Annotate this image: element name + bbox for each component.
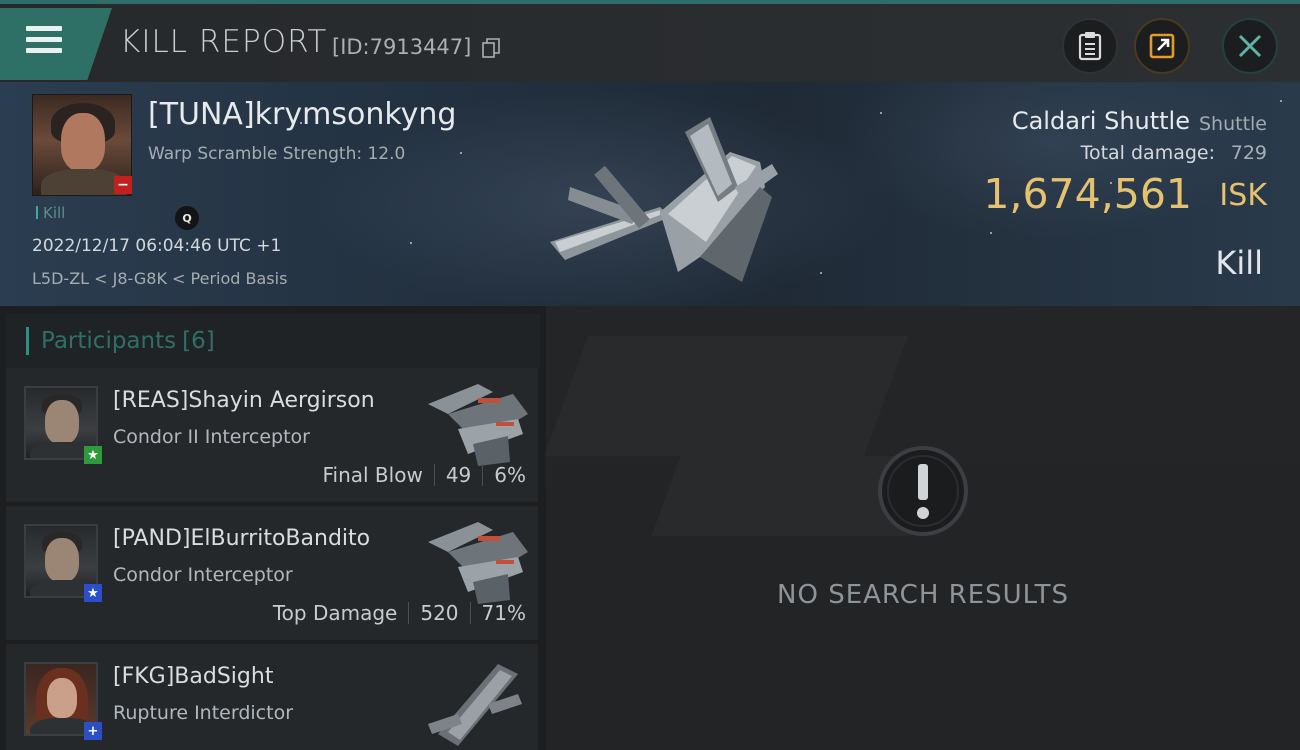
star-icon: ★ [84,446,102,464]
participant-role: Final Blow [322,463,423,487]
victim-name[interactable]: [TUNA]krymsonkyng [148,97,456,132]
victim-summary: − [TUNA]krymsonkyng Warp Scramble Streng… [0,82,1300,306]
total-damage-value: 729 [1230,142,1267,164]
participant-name[interactable]: [REAS]Shayin Aergirson [113,388,375,413]
participant-stats: Top Damage 520 71% [273,601,526,625]
close-icon [1238,34,1262,58]
menu-button[interactable] [0,8,112,80]
participant-ship-image [428,664,522,746]
participant-ship: Condor Interceptor [113,564,293,586]
participant-ship: Condor II Interceptor [113,426,310,448]
no-results-text: NO SEARCH RESULTS [777,580,1069,610]
victim-ship-image [550,117,778,282]
standing-badge: − [114,176,132,194]
participant-name[interactable]: [PAND]ElBurritoBandito [113,526,370,551]
report-id: [ID:7913447] [332,35,472,59]
participants-count: [6] [182,328,215,354]
share-icon [1149,33,1175,59]
participant-row[interactable]: ★ [REAS]Shayin Aergirson Condor II Inter… [6,368,538,502]
search-icon[interactable]: Q [175,206,199,230]
participant-ship-image [428,522,528,604]
notes-button[interactable] [1062,18,1118,74]
kill-datetime: 2022/12/17 06:04:46 UTC +1 [32,236,282,256]
clipboard-icon [1078,32,1102,61]
participant-ship-image [428,384,528,466]
participants-label: Participants [41,328,177,354]
participant-percent: 71% [481,601,526,625]
participant-name[interactable]: [FKG]BadSight [113,664,273,689]
star-icon: ★ [84,584,102,602]
participant-role: Top Damage [272,601,398,625]
participants-header: Participants [6] [6,314,540,368]
kill-tag: Kill [36,204,65,222]
plus-icon: + [84,722,102,740]
copy-icon[interactable] [482,38,500,58]
result-label: Kill [1215,244,1263,282]
participant-damage: 49 [445,463,472,487]
isk-unit: ISK [1219,178,1267,213]
share-button[interactable] [1134,18,1190,74]
close-button[interactable] [1222,18,1278,74]
search-results-panel: NO SEARCH RESULTS [546,306,1300,750]
victim-ship-class: Shuttle [1198,113,1267,135]
participant-row[interactable]: ★ [PAND]ElBurritoBandito Condor Intercep… [6,506,538,640]
total-damage-label: Total damage: [1080,142,1215,164]
participant-damage: 520 [420,601,459,625]
participants-panel: Participants [6] ★ [REAS]Shayin Aergirso… [0,306,546,750]
participant-ship: Rupture Interdictor [113,702,293,724]
page-title: KILL REPORT [120,24,328,60]
participant-stats: Final Blow 49 6% [322,463,526,487]
isk-value: 1,674,561 [983,170,1192,218]
kill-location[interactable]: L5D-ZL < J8-G8K < Period Basis [32,269,287,288]
exclamation-circle-icon [878,446,968,536]
hamburger-menu-icon [26,26,62,59]
header-bar: KILL REPORT [ID:7913447] [0,4,1300,82]
participant-row[interactable]: + [FKG]BadSight Rupture Interdictor [6,644,538,750]
victim-ship-name[interactable]: Caldari Shuttle [1012,107,1190,135]
warp-scramble-strength: Warp Scramble Strength: 12.0 [148,144,406,164]
participant-percent: 6% [494,463,526,487]
